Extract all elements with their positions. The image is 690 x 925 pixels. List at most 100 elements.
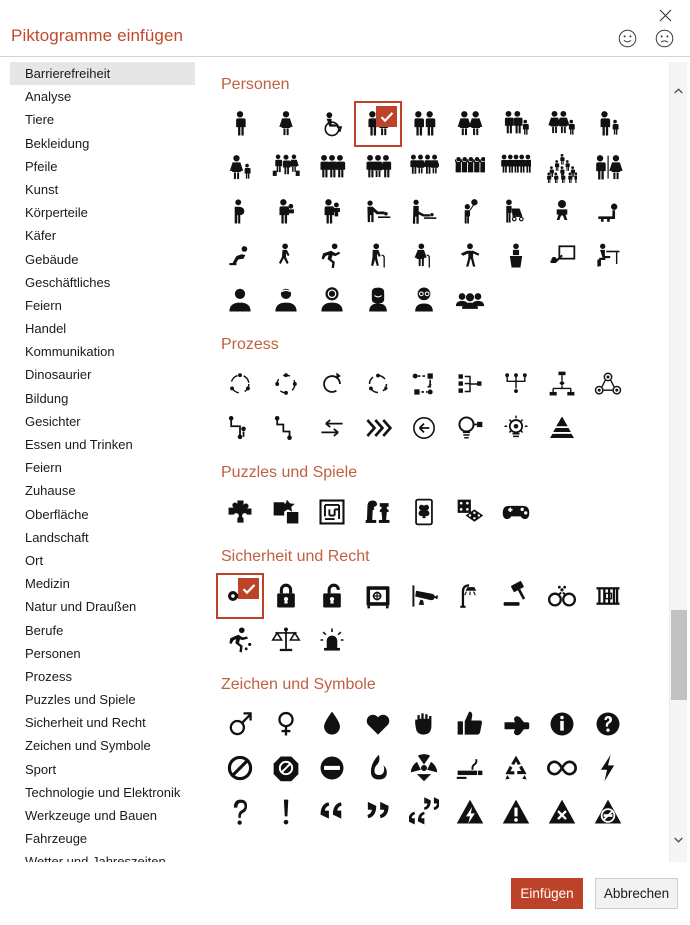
person-crawling-icon[interactable]	[217, 234, 263, 278]
insert-button[interactable]: Einfügen	[511, 878, 583, 909]
icon-content-pane[interactable]: Personen Prozess Puzzles und Spiele Sicherh…	[205, 62, 665, 862]
path-zigzag-icon[interactable]	[217, 406, 263, 450]
chess-pieces-icon[interactable]	[355, 490, 401, 534]
path-steps-icon[interactable]	[263, 406, 309, 450]
exclamation-mark-icon[interactable]	[263, 790, 309, 834]
avatar-man-icon[interactable]	[263, 278, 309, 322]
sidebar-item-15[interactable]: Gesichter	[10, 410, 195, 433]
person-standing-female-icon[interactable]	[263, 102, 309, 146]
person-arms-open-icon[interactable]	[447, 234, 493, 278]
warning-electricity-triangle-icon[interactable]	[447, 790, 493, 834]
parent-and-child-icon[interactable]	[585, 102, 631, 146]
sidebar-item-5[interactable]: Kunst	[10, 178, 195, 201]
elderly-person-cane-icon[interactable]	[355, 234, 401, 278]
sidebar-item-0[interactable]: Barrierefreiheit	[10, 62, 195, 86]
sidebar-item-21[interactable]: Ort	[10, 549, 195, 572]
hierarchy-flow-icon[interactable]	[539, 362, 585, 406]
no-smoking-cigarette-icon[interactable]	[447, 746, 493, 790]
sidebar-item-18[interactable]: Zuhause	[10, 479, 195, 502]
sidebar-item-24[interactable]: Berufe	[10, 619, 195, 642]
flame-fire-icon[interactable]	[355, 746, 401, 790]
lightning-bolt-icon[interactable]	[585, 746, 631, 790]
person-standing-male-icon[interactable]	[217, 102, 263, 146]
emergency-exit-runner-icon[interactable]	[217, 618, 263, 662]
cycle-three-dots-icon[interactable]	[217, 362, 263, 406]
sidebar-item-33[interactable]: Fahrzeuge	[10, 827, 195, 850]
radiation-icon[interactable]	[401, 746, 447, 790]
sidebar-item-4[interactable]: Pfeile	[10, 155, 195, 178]
jail-bars-icon[interactable]	[585, 574, 631, 618]
cycle-four-dots-icon[interactable]	[263, 362, 309, 406]
cycle-arrows-dots-icon[interactable]	[355, 362, 401, 406]
sidebar-item-14[interactable]: Bildung	[10, 387, 195, 410]
sidebar-item-11[interactable]: Handel	[10, 317, 195, 340]
pregnant-person-icon[interactable]	[217, 190, 263, 234]
thumbs-up-icon[interactable]	[447, 702, 493, 746]
quotation-marks-icon[interactable]	[401, 790, 447, 834]
do-not-enter-bar-icon[interactable]	[309, 746, 355, 790]
restroom-male-female-icon[interactable]	[585, 146, 631, 190]
network-nodes-icon[interactable]	[585, 362, 631, 406]
warning-no-smoking-triangle-icon[interactable]	[585, 790, 631, 834]
question-mark-circle-icon[interactable]	[585, 702, 631, 746]
child-with-balloon-icon[interactable]	[447, 190, 493, 234]
safe-vault-icon[interactable]	[355, 574, 401, 618]
presenter-with-board-icon[interactable]	[539, 234, 585, 278]
game-controller-icon[interactable]	[493, 490, 539, 534]
group-of-five-people-icon[interactable]	[493, 146, 539, 190]
information-circle-icon[interactable]	[539, 702, 585, 746]
family-with-luggage-icon[interactable]	[263, 146, 309, 190]
sidebar-item-7[interactable]: Käfer	[10, 224, 195, 247]
process-flow-square-icon[interactable]	[401, 362, 447, 406]
sidebar-item-29[interactable]: Zeichen und Symbole	[10, 734, 195, 757]
avatar-man-glasses-icon[interactable]	[401, 278, 447, 322]
person-at-desk-icon[interactable]	[585, 234, 631, 278]
couple-two-people-icon[interactable]	[354, 101, 402, 147]
sidebar-item-25[interactable]: Personen	[10, 642, 195, 665]
warning-exclamation-triangle-icon[interactable]	[493, 790, 539, 834]
smiley-happy-icon[interactable]	[618, 29, 637, 48]
chevron-up-icon[interactable]	[670, 82, 687, 99]
puzzle-assembly-icon[interactable]	[263, 490, 309, 534]
water-drop-icon[interactable]	[309, 702, 355, 746]
sidebar-item-26[interactable]: Prozess	[10, 665, 195, 688]
question-mark-icon[interactable]	[217, 790, 263, 834]
sidebar-item-16[interactable]: Essen und Trinken	[10, 433, 195, 456]
avatar-woman-long-hair-icon[interactable]	[355, 278, 401, 322]
sidebar-item-22[interactable]: Medizin	[10, 572, 195, 595]
process-merge-icon[interactable]	[493, 362, 539, 406]
lock-closed-icon[interactable]	[263, 574, 309, 618]
close-icon[interactable]	[653, 4, 677, 26]
lock-open-icon[interactable]	[309, 574, 355, 618]
maze-icon[interactable]	[309, 490, 355, 534]
infinity-icon[interactable]	[539, 746, 585, 790]
sidebar-item-12[interactable]: Kommunikation	[10, 340, 195, 363]
warning-x-triangle-icon[interactable]	[539, 790, 585, 834]
no-entry-octagon-icon[interactable]	[263, 746, 309, 790]
sidebar-item-32[interactable]: Werkzeuge und Bauen	[10, 804, 195, 827]
sidebar-item-23[interactable]: Natur und Draußen	[10, 595, 195, 618]
gavel-icon[interactable]	[493, 574, 539, 618]
baby-sitting-icon[interactable]	[539, 190, 585, 234]
couple-two-women-icon[interactable]	[447, 102, 493, 146]
sidebar-item-8[interactable]: Gebäude	[10, 248, 195, 271]
quote-open-icon[interactable]	[309, 790, 355, 834]
sidebar-item-19[interactable]: Oberfläche	[10, 503, 195, 526]
playing-card-icon[interactable]	[401, 490, 447, 534]
male-gender-symbol-icon[interactable]	[217, 702, 263, 746]
security-camera-icon[interactable]	[401, 574, 447, 618]
lightbulb-plug-icon[interactable]	[447, 406, 493, 450]
sidebar-item-30[interactable]: Sport	[10, 758, 195, 781]
sidebar-item-2[interactable]: Tiere	[10, 108, 195, 131]
exchange-arrows-icon[interactable]	[309, 406, 355, 450]
family-two-women-child-icon[interactable]	[539, 102, 585, 146]
pyramid-layers-icon[interactable]	[539, 406, 585, 450]
pointing-hand-icon[interactable]	[493, 702, 539, 746]
sidebar-item-31[interactable]: Technologie und Elektronik	[10, 781, 195, 804]
smiley-sad-icon[interactable]	[655, 29, 674, 48]
mother-and-child-icon[interactable]	[217, 146, 263, 190]
avatar-silhouette-icon[interactable]	[217, 278, 263, 322]
open-hand-stop-icon[interactable]	[401, 702, 447, 746]
elderly-woman-cane-icon[interactable]	[401, 234, 447, 278]
changing-baby-diaper-icon[interactable]	[355, 190, 401, 234]
